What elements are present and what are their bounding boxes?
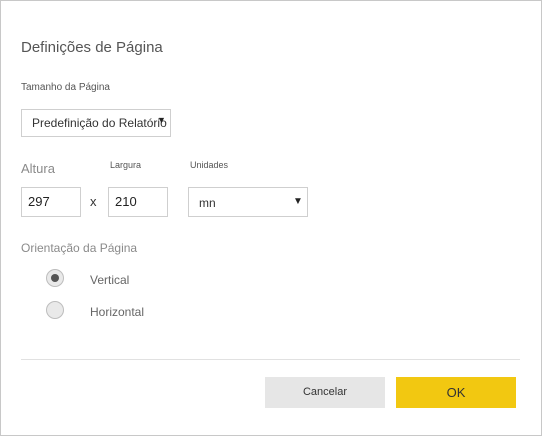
radio-horizontal[interactable]	[46, 301, 64, 319]
chevron-down-icon: ▼	[157, 115, 166, 125]
page-size-dropdown[interactable]: Predefinição do Relatório ▼	[21, 109, 171, 137]
footer-divider	[21, 359, 520, 360]
page-size-selected-value: Predefinição do Relatório	[32, 116, 167, 130]
width-input[interactable]: 210	[108, 187, 168, 217]
page-size-label: Tamanho da Página	[21, 82, 110, 93]
radio-vertical[interactable]	[46, 269, 64, 287]
dialog-title: Definições de Página	[21, 39, 163, 56]
cancel-button[interactable]: Cancelar	[265, 377, 385, 408]
units-selected-value: mn	[199, 196, 216, 210]
dimension-separator: x	[90, 194, 97, 209]
ok-button[interactable]: OK	[396, 377, 516, 408]
units-label: Unidades	[190, 160, 229, 170]
width-label: Largura	[110, 160, 142, 170]
page-settings-dialog: Definições de Página Tamanho da Página P…	[0, 0, 542, 436]
height-label: Altura	[21, 161, 55, 176]
units-dropdown[interactable]: mn ▼	[188, 187, 308, 217]
chevron-down-icon: ▼	[293, 196, 303, 207]
height-input[interactable]: 297	[21, 187, 81, 217]
orientation-label: Orientação da Página	[21, 241, 138, 255]
radio-selected-dot	[51, 274, 59, 282]
radio-vertical-label: Vertical	[90, 273, 130, 287]
radio-horizontal-label: Horizontal	[90, 305, 145, 319]
